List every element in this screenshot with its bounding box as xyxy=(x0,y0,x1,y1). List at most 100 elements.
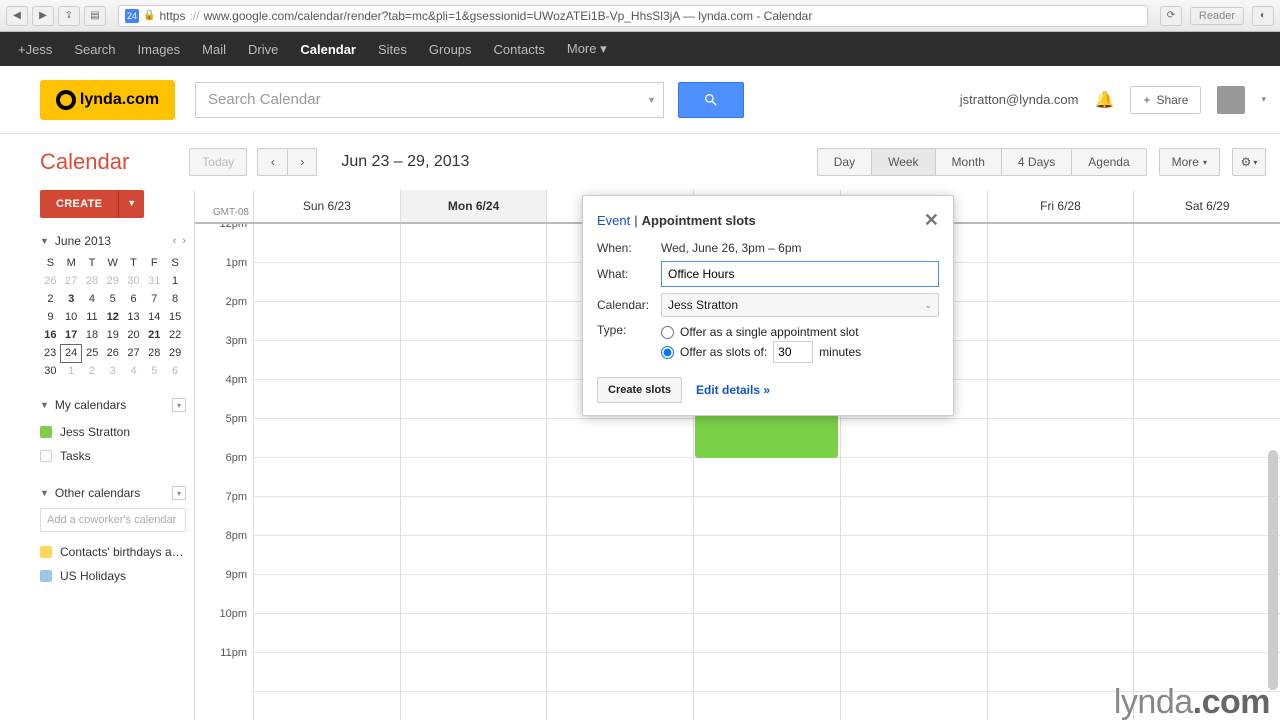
account-dropdown-icon[interactable]: ▾ xyxy=(1261,94,1266,105)
minical-day[interactable]: 19 xyxy=(102,326,123,344)
nav-contacts[interactable]: Contacts xyxy=(494,42,545,57)
nav-mail[interactable]: Mail xyxy=(202,42,226,57)
time-slot[interactable] xyxy=(841,614,987,653)
minical-day[interactable]: 6 xyxy=(165,362,186,380)
view-month[interactable]: Month xyxy=(935,148,1001,176)
day-column[interactable] xyxy=(253,224,400,720)
nav-sites[interactable]: Sites xyxy=(378,42,407,57)
search-button[interactable] xyxy=(678,82,744,118)
minical-day[interactable]: 22 xyxy=(165,326,186,344)
extensions-button[interactable]: ◐ xyxy=(1252,6,1274,26)
mini-calendar[interactable]: SMTWTFS262728293031123456789101112131415… xyxy=(40,254,186,380)
nav-more[interactable]: More ▾ xyxy=(567,41,607,57)
search-input[interactable]: Search Calendar xyxy=(195,82,640,118)
day-header[interactable]: Fri 6/28 xyxy=(987,190,1134,222)
what-input[interactable] xyxy=(661,261,939,287)
time-slot[interactable] xyxy=(254,614,400,653)
avatar[interactable] xyxy=(1217,86,1245,114)
time-slot[interactable] xyxy=(841,653,987,692)
day-header[interactable]: Sat 6/29 xyxy=(1133,190,1280,222)
minical-day[interactable]: 15 xyxy=(165,308,186,326)
time-slot[interactable] xyxy=(694,614,840,653)
minical-day[interactable]: 28 xyxy=(82,272,103,290)
time-slot[interactable] xyxy=(254,302,400,341)
scrollbar[interactable] xyxy=(1268,450,1278,690)
nav-jess[interactable]: +Jess xyxy=(18,42,52,57)
minical-day[interactable]: 26 xyxy=(102,344,123,362)
time-slot[interactable] xyxy=(1134,224,1280,263)
time-slot[interactable] xyxy=(841,458,987,497)
minical-day[interactable]: 21 xyxy=(144,326,165,344)
add-coworker-input[interactable]: Add a coworker's calendar xyxy=(40,508,186,532)
event-tab-link[interactable]: Event xyxy=(597,213,630,228)
time-slot[interactable] xyxy=(1134,380,1280,419)
minical-day[interactable]: 29 xyxy=(102,272,123,290)
time-slot[interactable] xyxy=(1134,614,1280,653)
time-slot[interactable] xyxy=(547,575,693,614)
more-button[interactable]: More▾ xyxy=(1159,148,1220,176)
create-dropdown[interactable]: ▼ xyxy=(118,190,144,218)
time-slot[interactable] xyxy=(694,536,840,575)
minical-day[interactable]: 23 xyxy=(40,344,61,362)
minical-day[interactable]: 24 xyxy=(61,344,82,362)
time-slot[interactable] xyxy=(1134,575,1280,614)
minical-day[interactable]: 3 xyxy=(61,290,82,308)
chevron-down-icon[interactable]: ▼ xyxy=(40,488,49,498)
my-calendars-menu[interactable]: ▾ xyxy=(172,398,186,412)
day-header[interactable]: Mon 6/24 xyxy=(400,190,547,222)
minical-day[interactable]: 7 xyxy=(144,290,165,308)
time-slot[interactable] xyxy=(988,653,1134,692)
minical-day[interactable]: 5 xyxy=(102,290,123,308)
slot-minutes-input[interactable] xyxy=(773,341,813,363)
time-slot[interactable] xyxy=(401,614,547,653)
prev-week-button[interactable]: ‹ xyxy=(257,148,287,176)
time-slot[interactable] xyxy=(547,419,693,458)
time-slot[interactable] xyxy=(401,224,547,263)
minical-day[interactable]: 9 xyxy=(40,308,61,326)
time-slot[interactable] xyxy=(841,419,987,458)
minical-day[interactable]: 10 xyxy=(61,308,82,326)
time-slot[interactable] xyxy=(401,536,547,575)
time-slot[interactable] xyxy=(254,458,400,497)
time-slot[interactable] xyxy=(988,380,1134,419)
time-slot[interactable] xyxy=(254,263,400,302)
time-slot[interactable] xyxy=(1134,458,1280,497)
time-slot[interactable] xyxy=(988,263,1134,302)
type-slots-radio[interactable]: Offer as slots of: minutes xyxy=(661,341,861,363)
next-week-button[interactable]: › xyxy=(287,148,317,176)
time-slot[interactable] xyxy=(694,497,840,536)
create-slots-button[interactable]: Create slots xyxy=(597,377,682,403)
time-slot[interactable] xyxy=(401,302,547,341)
calendar-item[interactable]: Tasks xyxy=(40,444,186,468)
minical-day[interactable]: 1 xyxy=(61,362,82,380)
calendar-item[interactable]: US Holidays xyxy=(40,564,186,588)
time-slot[interactable] xyxy=(401,341,547,380)
nav-search[interactable]: Search xyxy=(74,42,115,57)
forward-button[interactable]: ▶ xyxy=(32,6,54,26)
nav-groups[interactable]: Groups xyxy=(429,42,472,57)
time-slot[interactable] xyxy=(401,458,547,497)
time-slot[interactable] xyxy=(841,497,987,536)
minical-day[interactable]: 28 xyxy=(144,344,165,362)
time-slot[interactable] xyxy=(988,419,1134,458)
minical-day[interactable]: 1 xyxy=(165,272,186,290)
time-slot[interactable] xyxy=(547,653,693,692)
time-slot[interactable] xyxy=(1134,341,1280,380)
chevron-down-icon[interactable]: ▼ xyxy=(40,236,49,246)
reader-toggle-button[interactable]: ▤ xyxy=(84,6,106,26)
nav-drive[interactable]: Drive xyxy=(248,42,278,57)
view-4-days[interactable]: 4 Days xyxy=(1001,148,1071,176)
minical-day[interactable]: 25 xyxy=(82,344,103,362)
share-os-button[interactable]: ⇪ xyxy=(58,6,80,26)
today-button[interactable]: Today xyxy=(189,148,247,176)
minical-day[interactable]: 2 xyxy=(40,290,61,308)
time-slot[interactable] xyxy=(988,341,1134,380)
minical-next[interactable]: › xyxy=(182,235,186,247)
edit-details-link[interactable]: Edit details » xyxy=(696,383,770,397)
back-button[interactable]: ◀ xyxy=(6,6,28,26)
time-slot[interactable] xyxy=(1134,419,1280,458)
time-slot[interactable] xyxy=(254,653,400,692)
nav-calendar[interactable]: Calendar xyxy=(300,42,356,57)
time-slot[interactable] xyxy=(694,653,840,692)
time-slot[interactable] xyxy=(547,497,693,536)
